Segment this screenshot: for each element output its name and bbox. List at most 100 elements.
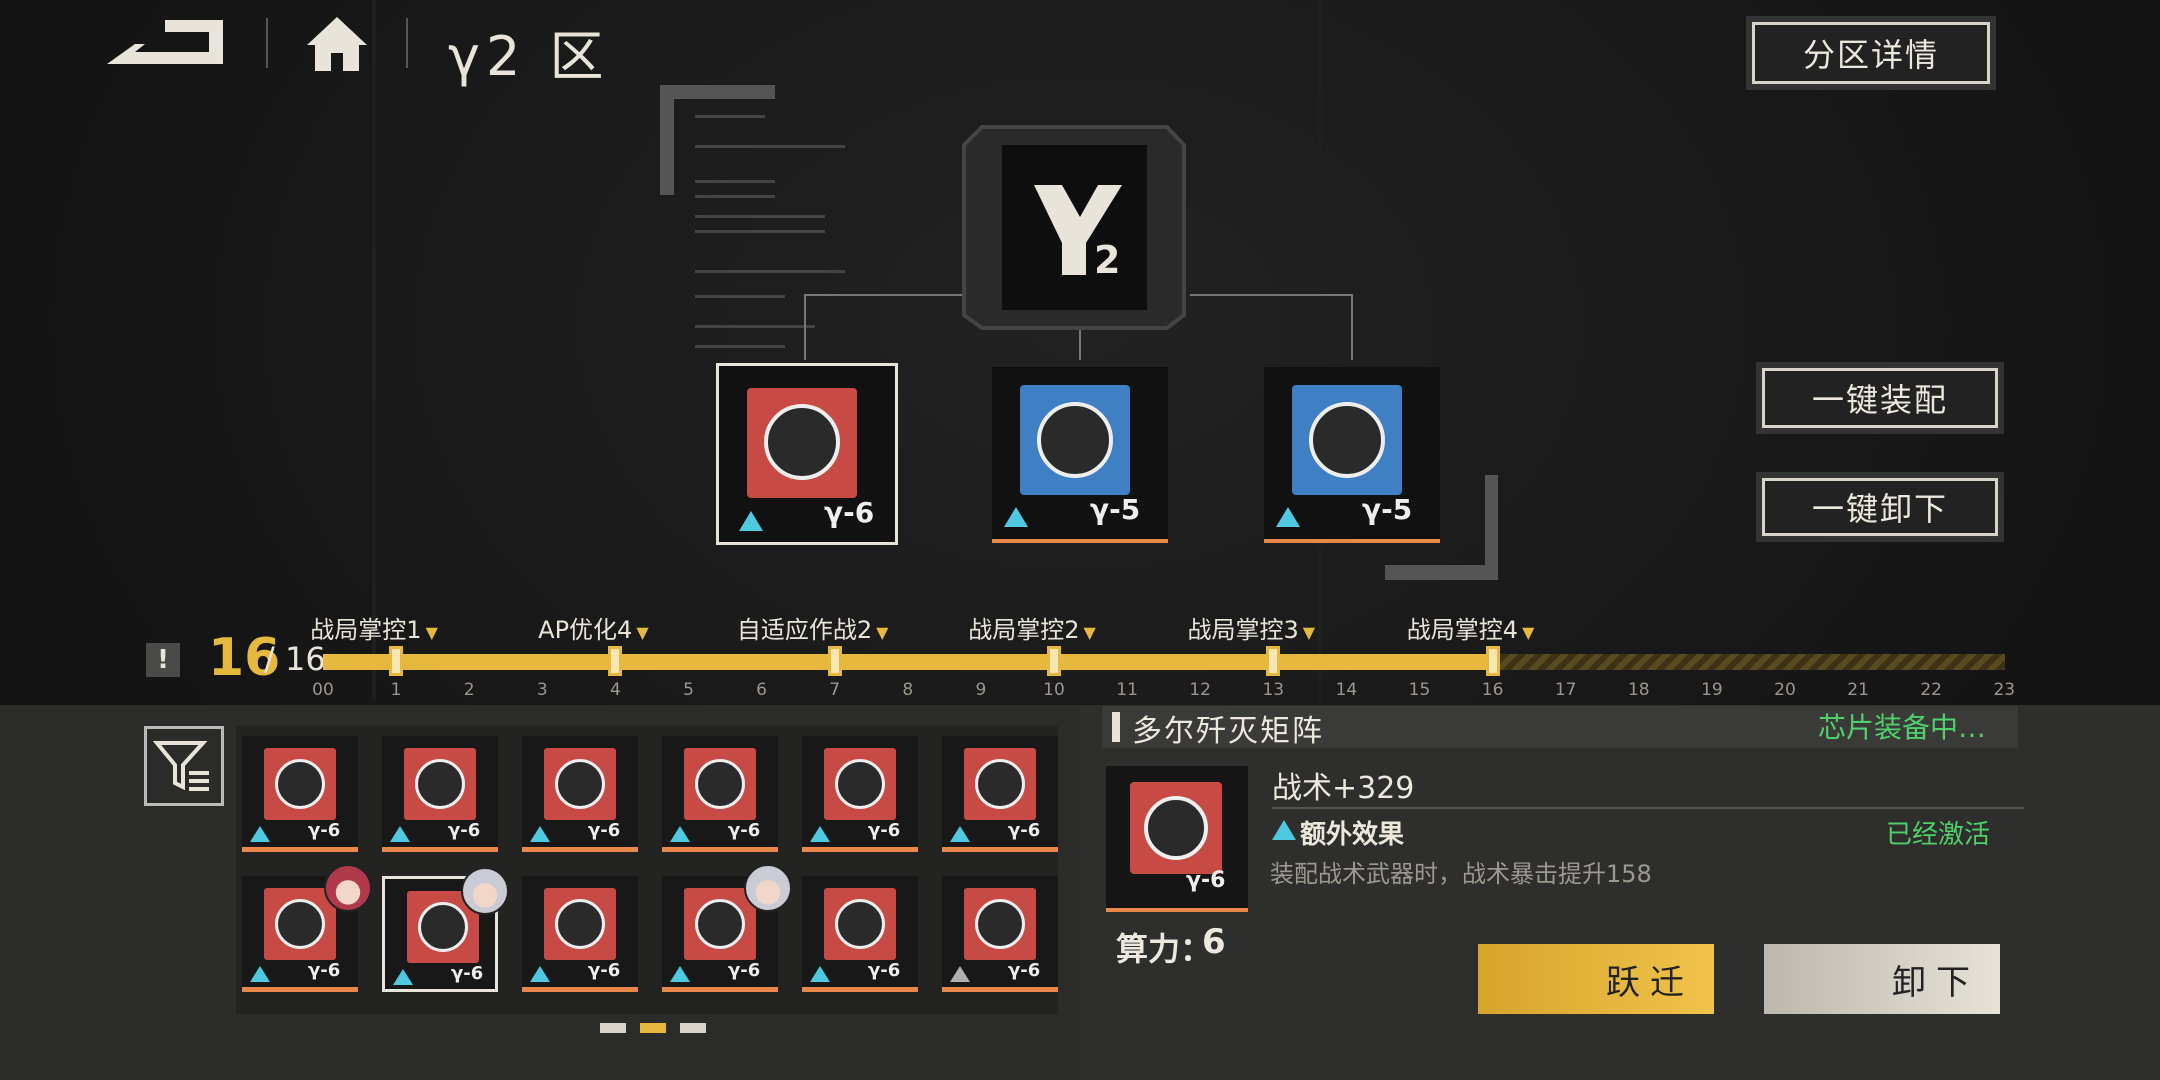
rarity-triangle-icon [739,511,763,531]
inventory-chip[interactable]: γ-6 [802,876,918,992]
milestone-label[interactable]: 战局掌控3 ▼ [1188,610,1316,645]
milestone-label[interactable]: 战局掌控1 ▼ [310,610,438,645]
equipped-slot-2[interactable]: γ-5 [992,367,1168,543]
character-avatar [461,867,509,915]
dropdown-arrow-icon: ▼ [636,623,649,642]
zone-detail-button[interactable]: 分区详情 [1752,22,1990,84]
milestone-label[interactable]: AP优化4 ▼ [538,610,648,645]
tick-label: 18 [1627,680,1650,700]
chip-inventory-grid: γ-6 γ-6 γ-6 γ-6 γ-6 γ-6 γ-6 γ-6 γ-6 γ-6 γ-6 γ-6 [236,726,1058,1014]
inventory-chip[interactable]: γ-6 [662,736,778,852]
milestone-label[interactable]: 战局掌控2 ▼ [968,610,1096,645]
chip-code: γ-6 [1008,960,1041,981]
inventory-chip[interactable]: γ-6 [942,876,1058,992]
inventory-chip[interactable]: γ-6 [382,736,498,852]
equip-all-button[interactable]: 一键装配 [1762,368,1998,428]
rarity-triangle-icon [670,966,690,982]
chip-code: γ-6 [451,963,484,984]
inventory-chip[interactable]: γ-6 [382,867,509,992]
equipped-slot-1[interactable]: γ-6 [716,363,898,545]
chip-code: γ-6 [728,960,761,981]
inventory-chip[interactable]: γ-6 [802,736,918,852]
chip-code: γ-6 [868,960,901,981]
tick-label: 10 [1043,680,1065,700]
tick-label: 13 [1262,680,1285,700]
filter-icon [152,741,209,791]
inventory-chip[interactable]: γ-6 [242,736,358,852]
svg-text:2: 2 [1094,238,1120,282]
rarity-triangle-icon [1004,507,1028,527]
swirl-icon [418,902,468,952]
chip-code: γ-6 [868,820,901,841]
milestone-node[interactable] [827,646,842,676]
page-indicator [600,1023,706,1033]
chip-code: γ-6 [728,820,761,841]
tick-label: 9 [975,680,987,700]
milestone-node[interactable] [389,646,404,676]
milestone-label-text: 战局掌控2 [968,616,1080,644]
tick-label: 19 [1701,680,1723,700]
power-total: / 16 [264,640,326,678]
milestone-node[interactable] [1485,646,1500,676]
rarity-triangle-icon [390,826,410,842]
extra-effect-title: 额外效果 [1300,820,1405,850]
stat-value: 战术+329 [1272,771,1415,806]
tick-label: 12 [1189,680,1212,700]
rarity-triangle-icon [810,966,830,982]
tick-label: 21 [1847,680,1869,700]
rarity-triangle-icon [530,966,550,982]
inventory-chip[interactable]: γ-6 [522,876,638,992]
inventory-chip[interactable]: γ-6 [242,864,372,992]
unequip-button[interactable]: 卸下 [1764,944,2000,1014]
swirl-icon [1144,796,1208,860]
swirl-icon [415,759,465,809]
page-dot[interactable] [640,1023,666,1033]
chip-code: γ-6 [308,960,341,981]
chip-code: γ-6 [1186,868,1226,893]
unequip-all-button[interactable]: 一键卸下 [1762,478,1998,536]
inventory-chip[interactable]: γ-6 [522,736,638,852]
detail-header-bar [1112,712,1120,742]
milestone-label-text: 战局掌控3 [1187,616,1299,644]
character-avatar [744,864,792,912]
tick-label: 8 [902,680,914,700]
power-value: 6 [1202,922,1226,962]
tick-label: 14 [1335,680,1358,700]
equip-status: 芯片装备中… [1818,711,1987,744]
rarity-triangle-icon [250,826,270,842]
warning-icon[interactable]: ! [146,643,180,677]
page-dot[interactable] [600,1023,626,1033]
swirl-icon [835,759,885,809]
swirl-icon [764,404,840,480]
tick-label: 5 [683,680,694,700]
swirl-icon [975,759,1025,809]
milestone-node[interactable] [1266,646,1281,676]
dropdown-arrow-icon: ▼ [1083,623,1096,642]
background-stripe [372,0,376,700]
filter-button[interactable] [144,726,224,806]
swirl-icon [555,759,605,809]
transfer-button[interactable]: 跃迁 [1478,944,1714,1014]
rarity-triangle-icon [393,969,413,985]
rarity-triangle-icon [950,966,970,982]
milestone-label-text: 自适应作战2 [736,616,873,644]
chip-code: γ-6 [588,820,621,841]
milestone-node[interactable] [1047,646,1061,676]
milestone-label[interactable]: 战局掌控4 ▼ [1407,610,1535,645]
m-emblem-icon [1037,402,1113,478]
equipped-slot-3[interactable]: γ-5 [1264,367,1440,543]
extra-effect-description: 装配战术武器时，战术暴击提升158 [1270,860,1652,888]
dropdown-arrow-icon: ▼ [876,623,889,642]
rarity-triangle-icon [250,966,270,982]
back-arrow-icon[interactable] [105,18,230,68]
inventory-chip[interactable]: γ-6 [662,864,792,992]
inventory-chip[interactable]: γ-6 [942,736,1058,852]
home-icon[interactable] [305,15,369,73]
milestone-label[interactable]: 自适应作战2 ▼ [737,610,889,645]
rarity-triangle-icon [1276,507,1300,527]
milestone-node[interactable] [608,646,623,676]
page-dot[interactable] [680,1023,706,1033]
swirl-icon [835,899,885,949]
tick-label: 3 [536,680,548,700]
chip-code: γ-5 [1362,493,1413,526]
